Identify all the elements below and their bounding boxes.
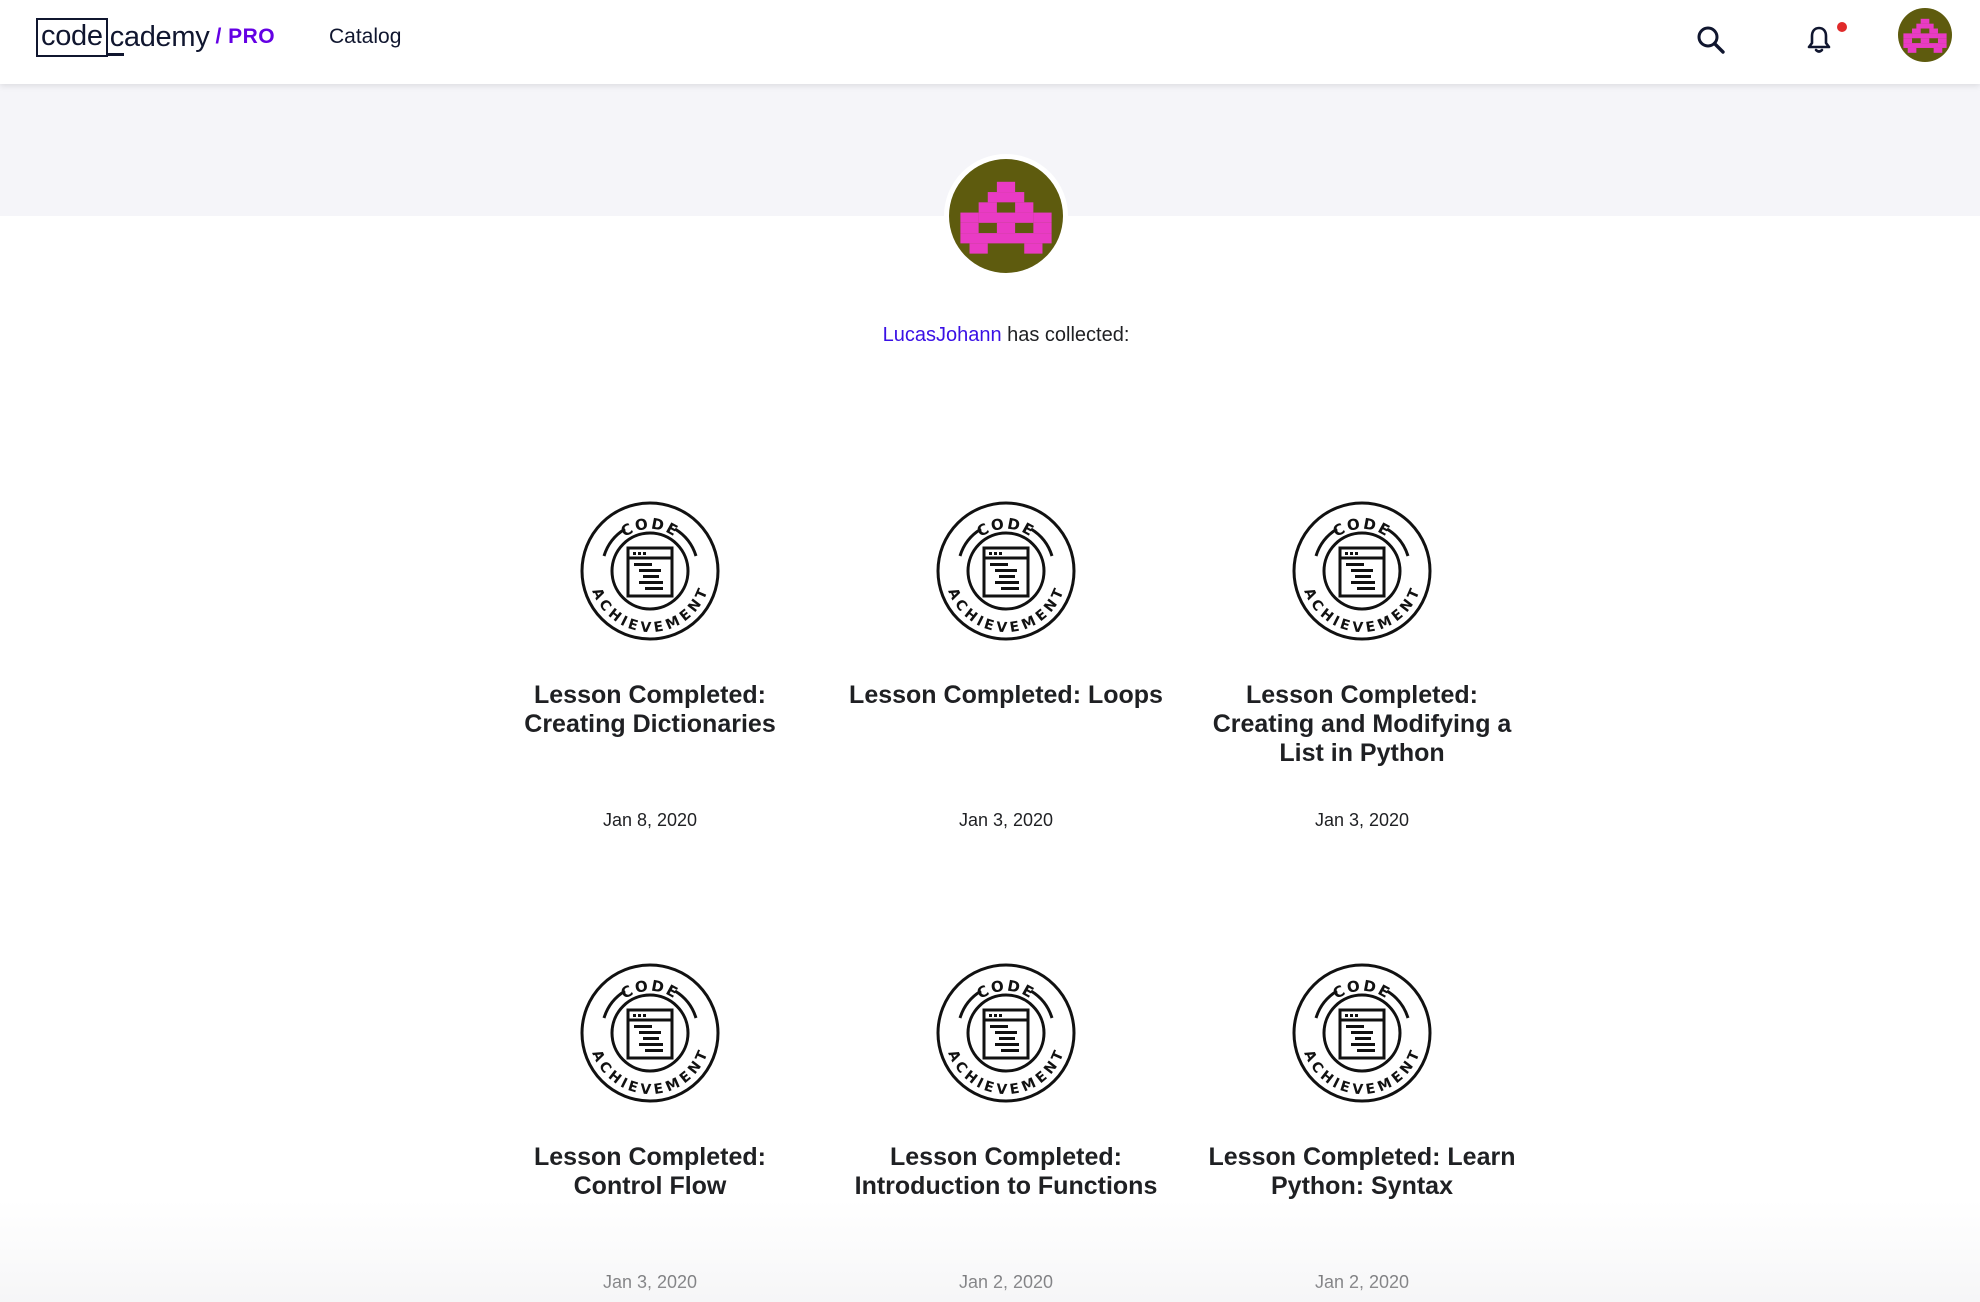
logo-code-text: code [36,17,108,57]
code-achievement-badge-icon: CODEACHIEVEMENT [936,963,1076,1103]
achievement-title: Lesson Completed: Creating and Modifying… [1212,681,1512,767]
achievement-title: Lesson Completed: Learn Python: Syntax [1208,1143,1516,1200]
codecademy-pro-logo[interactable]: code cademy / PRO [36,17,275,57]
logo-cademy-text: cademy [107,20,210,56]
achievement-title: Lesson Completed: Creating Dictionaries [524,681,776,738]
achievement-date: Jan 2, 2020 [1314,1272,1410,1292]
notification-dot [1837,22,1847,32]
invader-avatar-icon [1898,8,1952,62]
search-icon [1697,26,1725,54]
top-navigation-bar: code cademy / PRO Catalog [0,0,1980,84]
nav-catalog-link[interactable]: Catalog [329,25,401,49]
code-achievement-badge-icon: CODEACHIEVEMENT [1292,963,1432,1103]
code-achievement-badge-icon: CODEACHIEVEMENT [1292,501,1432,641]
collected-text: has collected: [1001,324,1130,346]
invader-avatar-icon [949,159,1063,273]
search-button[interactable] [1691,20,1731,60]
achievement-date: Jan 2, 2020 [958,1272,1054,1292]
achievement-date: Jan 8, 2020 [602,810,698,830]
achievement-title: Lesson Completed: Loops [849,681,1163,709]
logo-pro-text: / PRO [215,25,276,48]
bell-icon [1807,26,1831,53]
profile-avatar [944,154,1068,278]
username-link[interactable]: LucasJohann [883,324,1002,346]
achievement-date: Jan 3, 2020 [602,1272,698,1292]
code-achievement-badge-icon: CODEACHIEVEMENT [580,963,720,1103]
achievement-date: Jan 3, 2020 [958,810,1054,830]
notifications-button[interactable] [1799,20,1839,60]
code-achievement-badge-icon: CODEACHIEVEMENT [580,501,720,641]
code-achievement-badge-icon: CODEACHIEVEMENT [936,501,1076,641]
achievement-title: Lesson Completed: Control Flow [534,1143,766,1200]
achievement-date: Jan 3, 2020 [1314,810,1410,830]
user-avatar-menu[interactable] [1898,8,1952,62]
achievement-title: Lesson Completed: Introduction to Functi… [854,1143,1158,1200]
collected-heading: LucasJohann has collected: [0,324,1980,347]
